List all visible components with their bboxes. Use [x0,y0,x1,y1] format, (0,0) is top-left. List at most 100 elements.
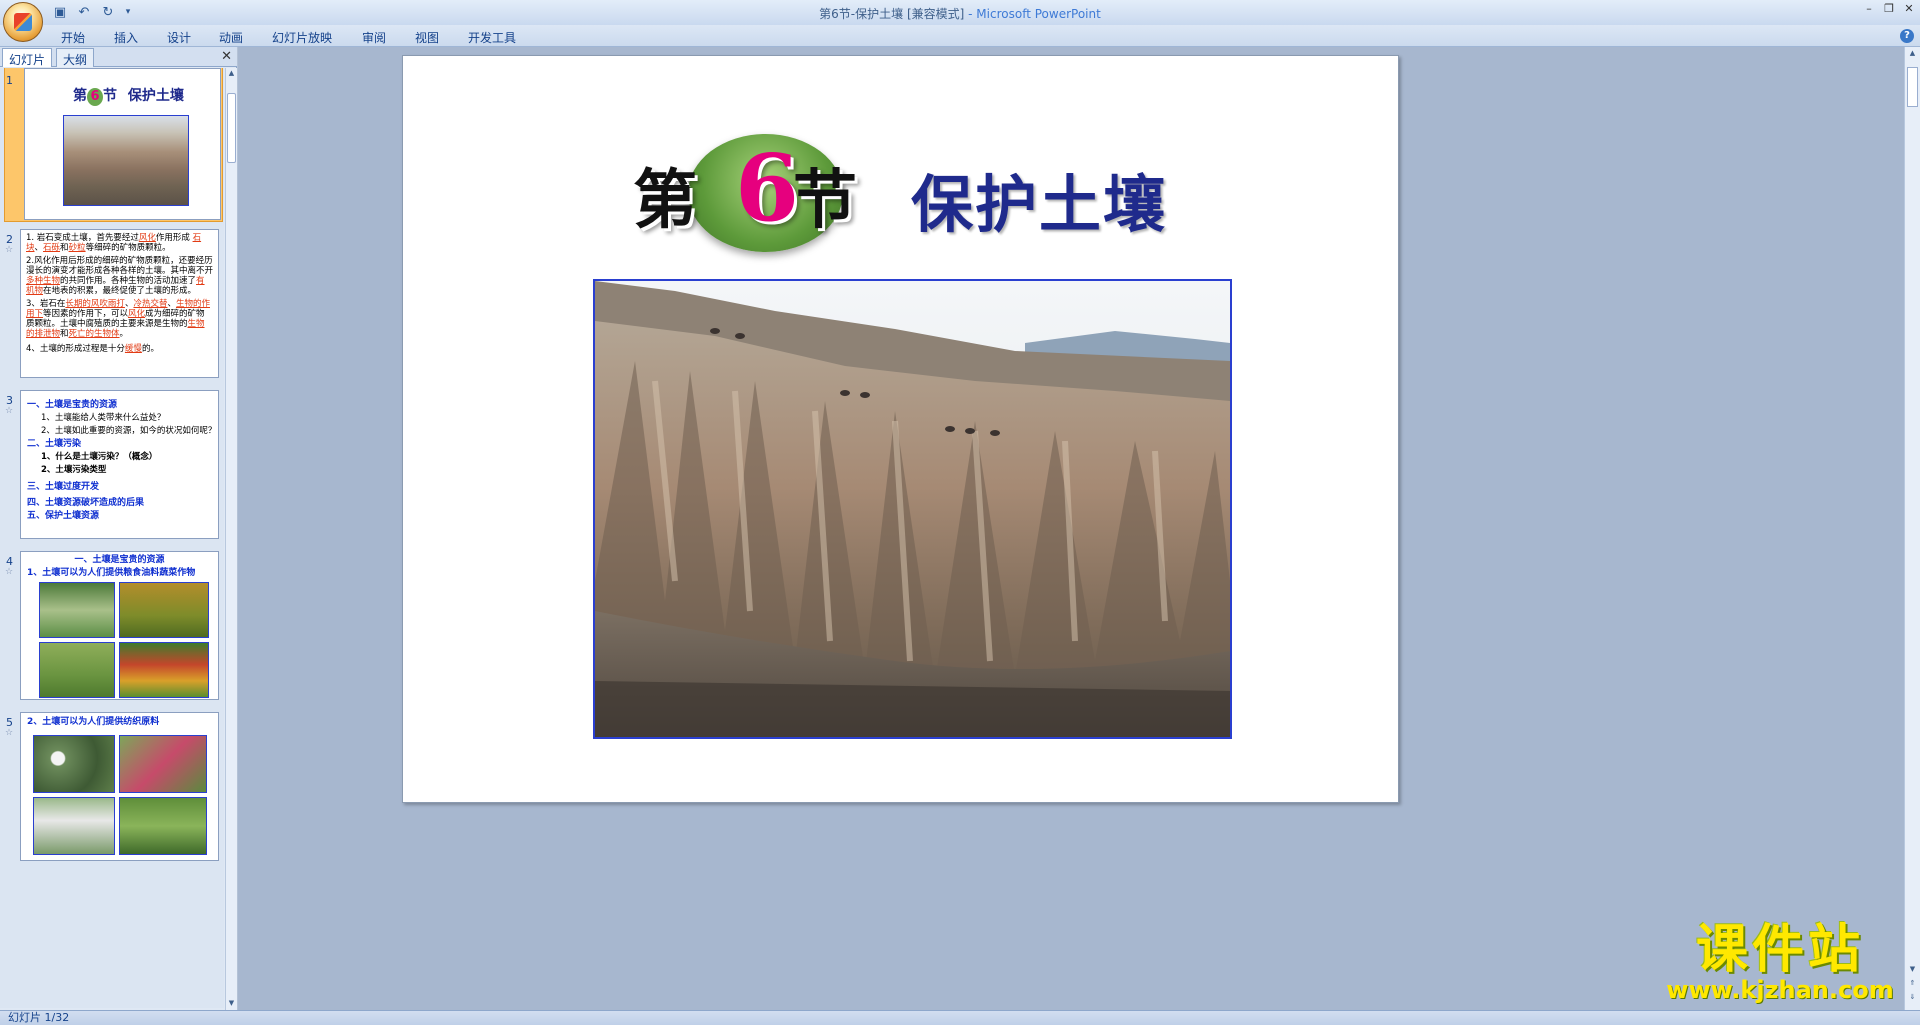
window-title: 第6节-保护土壤 [兼容模式] - Microsoft PowerPoint [0,5,1920,22]
thumb-title-part: 第 [73,88,87,104]
slide-thumbnail-1[interactable]: 第6节 保护土壤 [24,68,221,220]
outline-sub: 1、什么是土壤污染？（概念） [41,452,158,462]
outline-sub: 1、土壤能给人类带来什么益处？ [41,413,166,423]
close-icon[interactable]: ✕ [1902,2,1916,16]
office-button[interactable] [3,2,43,42]
prev-slide-icon[interactable]: ⇑ [1908,979,1917,989]
text: 、 [34,243,44,253]
outline-heading: 三、土壤过度开发 [27,482,100,492]
status-bar: 幻灯片 1/32 [0,1010,1920,1025]
text: 砂粒 [68,243,86,253]
slide-thumbnail-3[interactable]: 一、土壤是宝贵的资源 1、土壤能给人类带来什么益处？ 2、土壤如此重要的资源，如… [20,390,219,539]
panel-tabs: 幻灯片 大纲 ✕ [0,47,237,67]
title-text: 保护土壤 [911,168,1168,241]
tab-outline[interactable]: 大纲 [56,48,95,67]
title-char-jie: 节 [793,163,857,238]
tab-review[interactable]: 审阅 [362,29,386,46]
text: 等因素的作用下，可以 [43,309,129,319]
watermark-text: 课件站 [1695,920,1864,980]
thumb-text: 2.风化作用后形成的细碎的矿物质颗粒，还要经历漫长的演变才能形成各种各样的土壤。… [21,256,218,296]
thumb-photo-fiber [33,797,115,855]
site-watermark: 课件站 www.kjzhan.com [1660,922,1900,1002]
ribbon-tabs: 开始 插入 设计 动画 幻灯片放映 审阅 视图 开发工具 ? [0,25,1920,47]
scroll-up-icon[interactable]: ▲ [227,69,236,79]
text: 3、岩石在 [26,299,66,309]
text: 风化 [138,233,156,243]
thumb-title-number: 6 [87,88,103,106]
editor-scrollbar[interactable]: ▲ ▼ ⇑ ⇓ [1904,47,1920,1010]
tab-design[interactable]: 设计 [167,29,191,46]
outline-sub: 2、土壤如此重要的资源，如今的状况如何呢？ [41,426,217,436]
animation-star-icon: ☆ [5,406,14,416]
text: 在地表的积累，最终促使了土壤的形成。 [43,286,197,296]
thumb-title-part: 节 [103,88,117,104]
canyon-illustration [595,281,1230,737]
tab-view[interactable]: 视图 [415,29,439,46]
text: 1. 岩石变成土壤，首先要经过 [26,233,139,243]
thumb-text: 4、土壤的形成过程是十分缓慢的。 [21,344,218,354]
thumb-subtitle: 2、土壤可以为人们提供纺织原料 [27,717,160,727]
slides-panel: 幻灯片 大纲 ✕ 1 第6节 保护土壤 2 ☆ 1. 岩石变成土壤，首先要经过风… [0,47,237,1010]
tab-home[interactable]: 开始 [61,29,85,46]
text: 多种生物 [26,276,61,286]
text: 风化 [128,309,146,319]
canyon-image[interactable] [593,279,1232,739]
thumb-photo-farm [39,582,115,638]
scroll-up-icon[interactable]: ▲ [1908,49,1917,59]
tab-developer[interactable]: 开发工具 [468,29,516,46]
slide-title[interactable]: 第 6 节 保护土壤 [633,134,1183,254]
thumbnail-list: 1 第6节 保护土壤 2 ☆ 1. 岩石变成土壤，首先要经过风化作用形成 石块、… [0,68,224,1008]
slide-thumbnail-5[interactable]: 2、土壤可以为人们提供纺织原料 [20,712,219,861]
text: 。 [119,329,129,339]
text: 和 [60,243,69,253]
title-char-di: 第 [633,163,697,238]
window-controls: – ❐ ✕ [1862,2,1916,16]
animation-star-icon: ☆ [5,728,14,738]
text: 作用形成 [155,233,190,243]
minimize-icon[interactable]: – [1862,2,1876,16]
text: 和 [60,329,69,339]
tab-slides[interactable]: 幻灯片 [2,48,53,67]
animation-star-icon: ☆ [5,245,14,255]
scroll-thumb[interactable] [1907,67,1918,107]
text: 4、土壤的形成过程是十分 [26,344,125,354]
slide-thumbnail-4[interactable]: 一、土壤是宝贵的资源 1、土壤可以为人们提供粮食油料蔬菜作物 [20,551,219,700]
scroll-down-icon[interactable]: ▼ [227,999,236,1009]
thumbnail-scrollbar[interactable]: ▲ ▼ [225,68,237,1010]
text: 2.风化作用后形成的细碎的矿物质颗粒，还要经历漫长的演变才能形成各种各样的土壤。… [26,256,214,276]
thumb-title: 一、土壤是宝贵的资源 [74,555,165,565]
animation-star-icon: ☆ [5,567,14,577]
restore-icon[interactable]: ❐ [1882,2,1896,16]
scroll-thumb[interactable] [227,93,236,163]
outline-heading: 五、保护土壤资源 [27,511,100,521]
title-bar: ▣ ↶ ↻ ▾ 第6节-保护土壤 [兼容模式] - Microsoft Powe… [0,0,1920,42]
text: 石砾 [43,243,61,253]
thumb-subtitle: 1、土壤可以为人们提供粮食油料蔬菜作物 [27,568,196,578]
outline-heading: 一、土壤是宝贵的资源 [27,400,118,410]
tab-insert[interactable]: 插入 [114,29,138,46]
tab-animation[interactable]: 动画 [219,29,243,46]
slide-thumbnail-2[interactable]: 1. 岩石变成土壤，首先要经过风化作用形成 石块、石砾和砂粒等细碎的矿物质颗粒。… [20,229,219,378]
slide-canvas[interactable]: 第 6 节 保护土壤 [402,55,1399,803]
thumb-title: 第6节 保护土壤 [73,85,184,106]
thumb-photo-vegetables [119,642,209,698]
slide-number: 1 [6,74,13,87]
outline-heading: 二、土壤污染 [27,439,82,449]
thumb-photo-field [39,642,115,698]
text: 冷热交替 [133,299,168,309]
next-slide-icon[interactable]: ⇓ [1908,993,1917,1003]
thumb-canyon-image [63,115,189,206]
office-logo-icon [14,13,32,31]
thumb-text: 3、岩石在长期的风吹雨打、冷热交替、生物的作用下等因素的作用下，可以风化成为细碎… [21,299,218,339]
document-title: 第6节-保护土壤 [兼容模式] [819,7,965,21]
text: 的共同作用。各种生物的活动加速了 [60,276,197,286]
slide-editor: 第 6 节 保护土壤 [238,47,1904,1010]
help-icon[interactable]: ? [1900,29,1914,43]
panel-close-icon[interactable]: ✕ [221,49,232,64]
text: 缓慢 [124,344,142,354]
tab-slideshow[interactable]: 幻灯片放映 [272,29,332,46]
thumb-text: 1. 岩石变成土壤，首先要经过风化作用形成 石块、石砾和砂粒等细碎的矿物质颗粒。 [21,233,218,253]
outline-heading: 四、土壤资源破坏造成的后果 [27,498,145,508]
title-number: 6 [735,134,800,242]
scroll-down-icon[interactable]: ▼ [1908,965,1917,975]
